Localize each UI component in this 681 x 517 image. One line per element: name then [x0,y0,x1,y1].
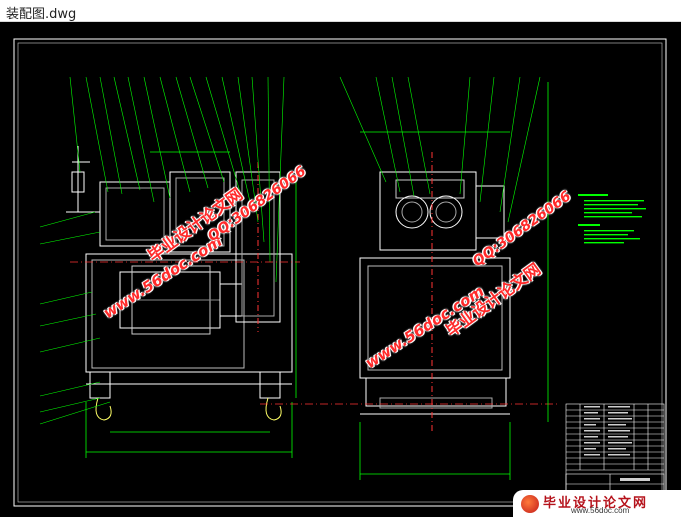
brand-url: www.56doc.com [571,506,630,515]
brand-logo-icon [521,495,539,513]
brand-badge: 毕业设计论文网 www.56doc.com [513,490,681,517]
front-view [66,146,293,421]
drawing-viewport[interactable]: www.56doc.com QQ:306826066 毕业设计论文网 www.5… [0,22,681,517]
cad-drawing [13,38,667,507]
technical-notes [578,194,646,244]
side-view-leaders [339,76,541,223]
window-titlebar: 装配图.dwg [0,0,681,22]
drawing-frame [13,38,667,507]
window-title: 装配图.dwg [6,7,77,22]
drawing-border [17,42,663,503]
